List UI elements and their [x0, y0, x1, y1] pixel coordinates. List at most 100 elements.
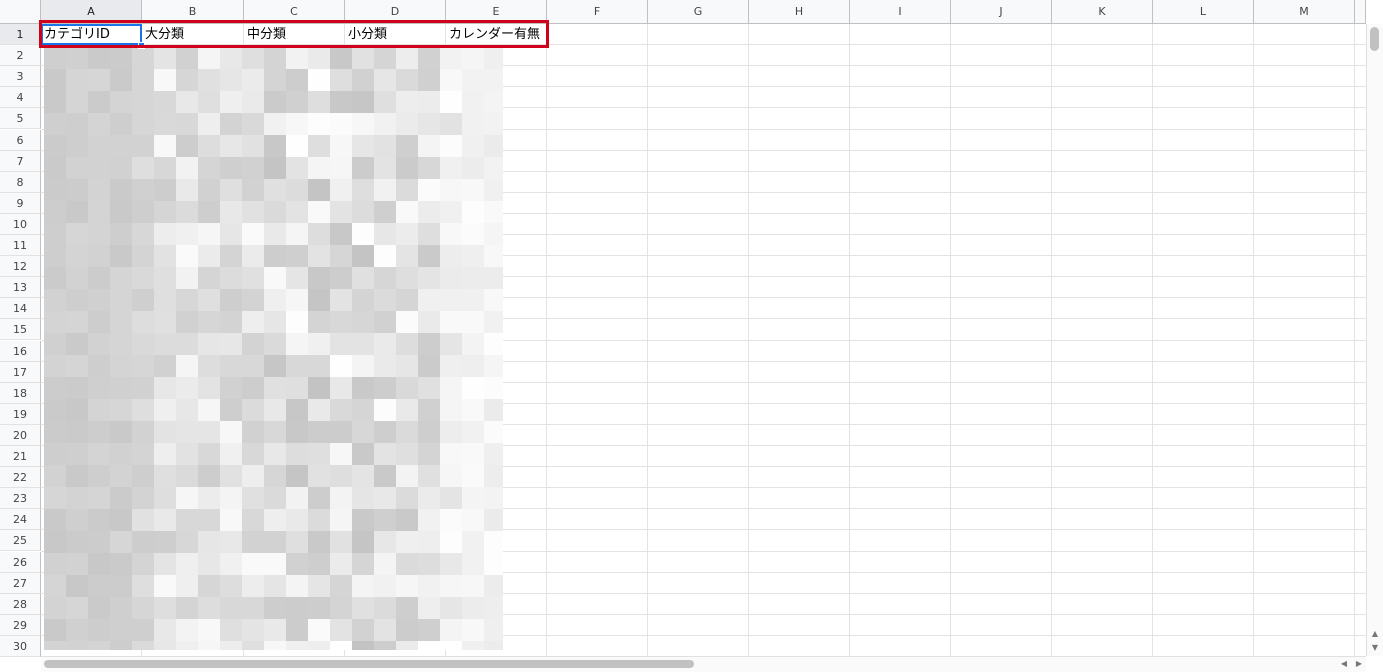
mosaic-tile [352, 399, 374, 421]
mosaic-tile [484, 201, 503, 223]
mosaic-tile [462, 421, 484, 443]
row-header-26[interactable]: 26 [0, 551, 41, 573]
mosaic-tile [198, 465, 220, 487]
row-header-1[interactable]: 1 [0, 24, 41, 46]
mosaic-tile [242, 465, 264, 487]
row-header-18[interactable]: 18 [0, 382, 41, 404]
mosaic-tile [440, 179, 462, 201]
mosaic-tile [286, 157, 308, 179]
mosaic-tile [484, 641, 503, 650]
mosaic-tile [308, 267, 330, 289]
mosaic-tile [110, 223, 132, 245]
mosaic-tile [198, 487, 220, 509]
row-header-30[interactable]: 30 [0, 635, 41, 657]
mosaic-tile [396, 179, 418, 201]
mosaic-tile [396, 421, 418, 443]
row-header-13[interactable]: 13 [0, 277, 41, 299]
mosaic-tile [88, 267, 110, 289]
row-header-24[interactable]: 24 [0, 509, 41, 531]
row-header-20[interactable]: 20 [0, 424, 41, 446]
row-header-3[interactable]: 3 [0, 66, 41, 88]
mosaic-tile [352, 267, 374, 289]
row-header-11[interactable]: 11 [0, 235, 41, 257]
mosaic-tile [374, 47, 396, 69]
mosaic-tile [220, 443, 242, 465]
row-header-9[interactable]: 9 [0, 192, 41, 214]
horizontal-scroll-thumb[interactable] [44, 660, 694, 668]
mosaic-tile [396, 311, 418, 333]
row-header-6[interactable]: 6 [0, 129, 41, 151]
mosaic-tile [396, 267, 418, 289]
row-header-22[interactable]: 22 [0, 467, 41, 489]
row-header-29[interactable]: 29 [0, 614, 41, 636]
mosaic-tile [66, 355, 88, 377]
row-header-7[interactable]: 7 [0, 150, 41, 172]
row-header-28[interactable]: 28 [0, 593, 41, 615]
mosaic-tile [374, 509, 396, 531]
mosaic-tile [88, 377, 110, 399]
mosaic-tile [374, 69, 396, 91]
mosaic-tile [396, 245, 418, 267]
row-header-8[interactable]: 8 [0, 171, 41, 193]
row-header-10[interactable]: 10 [0, 213, 41, 235]
column-header-k[interactable]: K [1052, 0, 1153, 24]
mosaic-tile [154, 619, 176, 641]
row-header-12[interactable]: 12 [0, 256, 41, 278]
mosaic-tile [66, 135, 88, 157]
mosaic-tile [396, 223, 418, 245]
mosaic-tile [484, 245, 503, 267]
mosaic-tile [330, 553, 352, 575]
column-header-j[interactable]: J [951, 0, 1052, 24]
spreadsheet-grid[interactable]: ABCDEFGHIJKLM 1 2 3 4 5 6 7 8 9 10 11 12 13 14 15 16 17 1… [0, 0, 1383, 672]
row-header-4[interactable]: 4 [0, 87, 41, 109]
row-header-23[interactable]: 23 [0, 488, 41, 510]
scroll-left-icon[interactable]: ◀ [1337, 658, 1351, 670]
mosaic-tile [308, 553, 330, 575]
row-header-14[interactable]: 14 [0, 298, 41, 320]
column-header-f[interactable]: F [547, 0, 648, 24]
row-header-5[interactable]: 5 [0, 108, 41, 130]
mosaic-tile [132, 135, 154, 157]
row-header-25[interactable]: 25 [0, 530, 41, 552]
mosaic-tile [66, 531, 88, 553]
row-header-27[interactable]: 27 [0, 572, 41, 594]
mosaic-tile [198, 47, 220, 69]
row-header-21[interactable]: 21 [0, 446, 41, 468]
row-header-15[interactable]: 15 [0, 319, 41, 341]
mosaic-tile [154, 421, 176, 443]
column-header-l[interactable]: L [1153, 0, 1254, 24]
mosaic-tile [352, 289, 374, 311]
row-header-19[interactable]: 19 [0, 403, 41, 425]
mosaic-tile [374, 465, 396, 487]
mosaic-tile [132, 465, 154, 487]
column-header-g[interactable]: G [648, 0, 749, 24]
column-header-m[interactable]: M [1254, 0, 1355, 24]
mosaic-tile [418, 91, 440, 113]
mosaic-tile [132, 619, 154, 641]
mosaic-tile [330, 69, 352, 91]
row-header-2[interactable]: 2 [0, 45, 41, 67]
mosaic-tile [264, 201, 286, 223]
scroll-right-icon[interactable]: ▶ [1352, 658, 1366, 670]
mosaic-tile [198, 135, 220, 157]
mosaic-tile [440, 91, 462, 113]
mosaic-tile [176, 267, 198, 289]
mosaic-tile [440, 597, 462, 619]
select-all-corner[interactable] [0, 0, 41, 24]
mosaic-tile [308, 377, 330, 399]
mosaic-tile [176, 289, 198, 311]
column-header-i[interactable]: I [850, 0, 951, 24]
mosaic-tile [484, 289, 503, 311]
row-header-17[interactable]: 17 [0, 361, 41, 383]
mosaic-tile [132, 91, 154, 113]
scroll-down-icon[interactable]: ▼ [1368, 642, 1382, 654]
scroll-up-icon[interactable]: ▲ [1368, 628, 1382, 640]
vertical-scroll-thumb[interactable] [1370, 27, 1379, 51]
mosaic-tile [88, 135, 110, 157]
row-header-16[interactable]: 16 [0, 340, 41, 362]
mosaic-tile [44, 531, 66, 553]
mosaic-tile [462, 487, 484, 509]
column-header-h[interactable]: H [749, 0, 850, 24]
vertical-scrollbar[interactable] [1366, 24, 1383, 656]
column-header-n-partial[interactable] [1355, 0, 1366, 24]
